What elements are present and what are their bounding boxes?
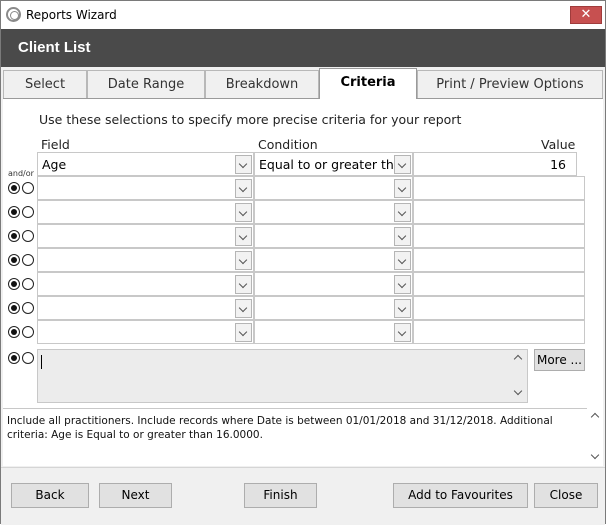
chevron-down-icon[interactable] [235,203,252,222]
finish-button[interactable]: Finish [244,483,317,508]
next-button[interactable]: Next [99,483,172,508]
chevron-down-icon[interactable] [235,299,252,318]
condition-column-header: Condition [258,137,318,152]
criteria-instruction: Use these selections to specify more pre… [39,112,462,127]
criteria-row-6 [1,272,605,296]
criteria-row-7 [1,296,605,320]
page-title: Client List [18,39,91,56]
value-input-text: 16 [550,157,566,172]
value-input[interactable]: 16 [413,152,577,176]
or-radio[interactable] [22,254,34,266]
and-radio[interactable] [8,206,20,218]
app-logo-icon [6,7,21,22]
criteria-row-2 [1,176,605,200]
chevron-down-icon[interactable] [394,275,411,294]
chevron-up-icon[interactable] [513,354,523,364]
value-input[interactable] [413,176,585,200]
field-select[interactable] [37,200,254,224]
value-input[interactable] [413,224,585,248]
condition-select[interactable] [254,296,413,320]
and-radio[interactable] [8,352,20,364]
or-radio[interactable] [22,182,34,194]
close-button[interactable]: Close [534,483,598,508]
value-input[interactable] [413,320,585,344]
chevron-down-icon[interactable] [513,386,523,396]
value-input[interactable] [413,248,585,272]
tab-date-range[interactable]: Date Range [87,70,205,98]
criteria-row-4 [1,224,605,248]
field-column-header: Field [41,137,70,152]
criteria-row-3 [1,200,605,224]
field-select[interactable] [37,272,254,296]
chevron-down-icon[interactable] [235,275,252,294]
window-title: Reports Wizard [26,8,117,22]
reports-wizard-window: Reports Wizard ✕ Client List Select Date… [0,0,606,525]
and-radio[interactable] [8,230,20,242]
tab-breakdown[interactable]: Breakdown [205,70,319,98]
and-radio[interactable] [8,302,20,314]
condition-select[interactable] [254,200,413,224]
value-input[interactable] [413,272,585,296]
criteria-row-5 [1,248,605,272]
chevron-down-icon[interactable] [394,323,411,342]
or-radio[interactable] [22,326,34,338]
chevron-down-icon[interactable] [235,179,252,198]
condition-select[interactable] [254,224,413,248]
and-radio[interactable] [8,182,20,194]
field-select[interactable] [37,176,254,200]
chevron-down-icon[interactable] [590,450,600,460]
field-select[interactable]: Age [37,152,254,176]
and-radio[interactable] [8,326,20,338]
condition-select[interactable] [254,320,413,344]
or-radio[interactable] [22,302,34,314]
chevron-down-icon[interactable] [394,227,411,246]
or-radio[interactable] [22,230,34,242]
more-button[interactable]: More ... [534,349,585,371]
chevron-down-icon[interactable] [394,179,411,198]
summary-scrollbar[interactable] [588,409,603,466]
field-select-value: Age [42,157,67,172]
chevron-down-icon[interactable] [394,155,411,174]
back-button[interactable]: Back [11,483,89,508]
field-select[interactable] [37,224,254,248]
criteria-row-8 [1,320,605,344]
or-radio[interactable] [22,352,34,364]
memo-scrollbar[interactable] [511,350,527,402]
criteria-summary: Include all practitioners. Include recor… [3,408,587,466]
and-radio[interactable] [8,278,20,290]
or-radio[interactable] [22,278,34,290]
chevron-down-icon[interactable] [235,227,252,246]
chevron-down-icon[interactable] [394,203,411,222]
field-select[interactable] [37,248,254,272]
text-caret [41,355,42,369]
tab-select[interactable]: Select [3,70,87,98]
condition-select-value: Equal to or greater tha [259,157,393,172]
add-to-favourites-button[interactable]: Add to Favourites [393,483,528,508]
and-radio[interactable] [8,254,20,266]
value-input[interactable] [413,296,585,320]
condition-select[interactable] [254,272,413,296]
condition-select[interactable]: Equal to or greater tha [254,152,413,176]
title-bar: Reports Wizard ✕ [1,1,605,29]
tab-strip: Select Date Range Breakdown Criteria Pri… [1,68,605,99]
criteria-row-1: Age Equal to or greater tha 16 [1,152,605,176]
field-select[interactable] [37,296,254,320]
chevron-down-icon[interactable] [235,251,252,270]
window-close-button[interactable]: ✕ [570,6,602,24]
condition-select[interactable] [254,248,413,272]
chevron-down-icon[interactable] [235,155,252,174]
header-band: Client List [1,29,605,67]
chevron-down-icon[interactable] [394,251,411,270]
additional-criteria-textarea[interactable] [37,349,528,403]
value-column-header: Value [541,137,576,152]
value-input[interactable] [413,200,585,224]
field-select[interactable] [37,320,254,344]
tab-criteria[interactable]: Criteria [319,68,417,99]
or-radio[interactable] [22,206,34,218]
condition-select[interactable] [254,176,413,200]
chevron-up-icon[interactable] [590,412,600,422]
chevron-down-icon[interactable] [235,323,252,342]
chevron-down-icon[interactable] [394,299,411,318]
tab-print-preview-options[interactable]: Print / Preview Options [417,70,603,98]
